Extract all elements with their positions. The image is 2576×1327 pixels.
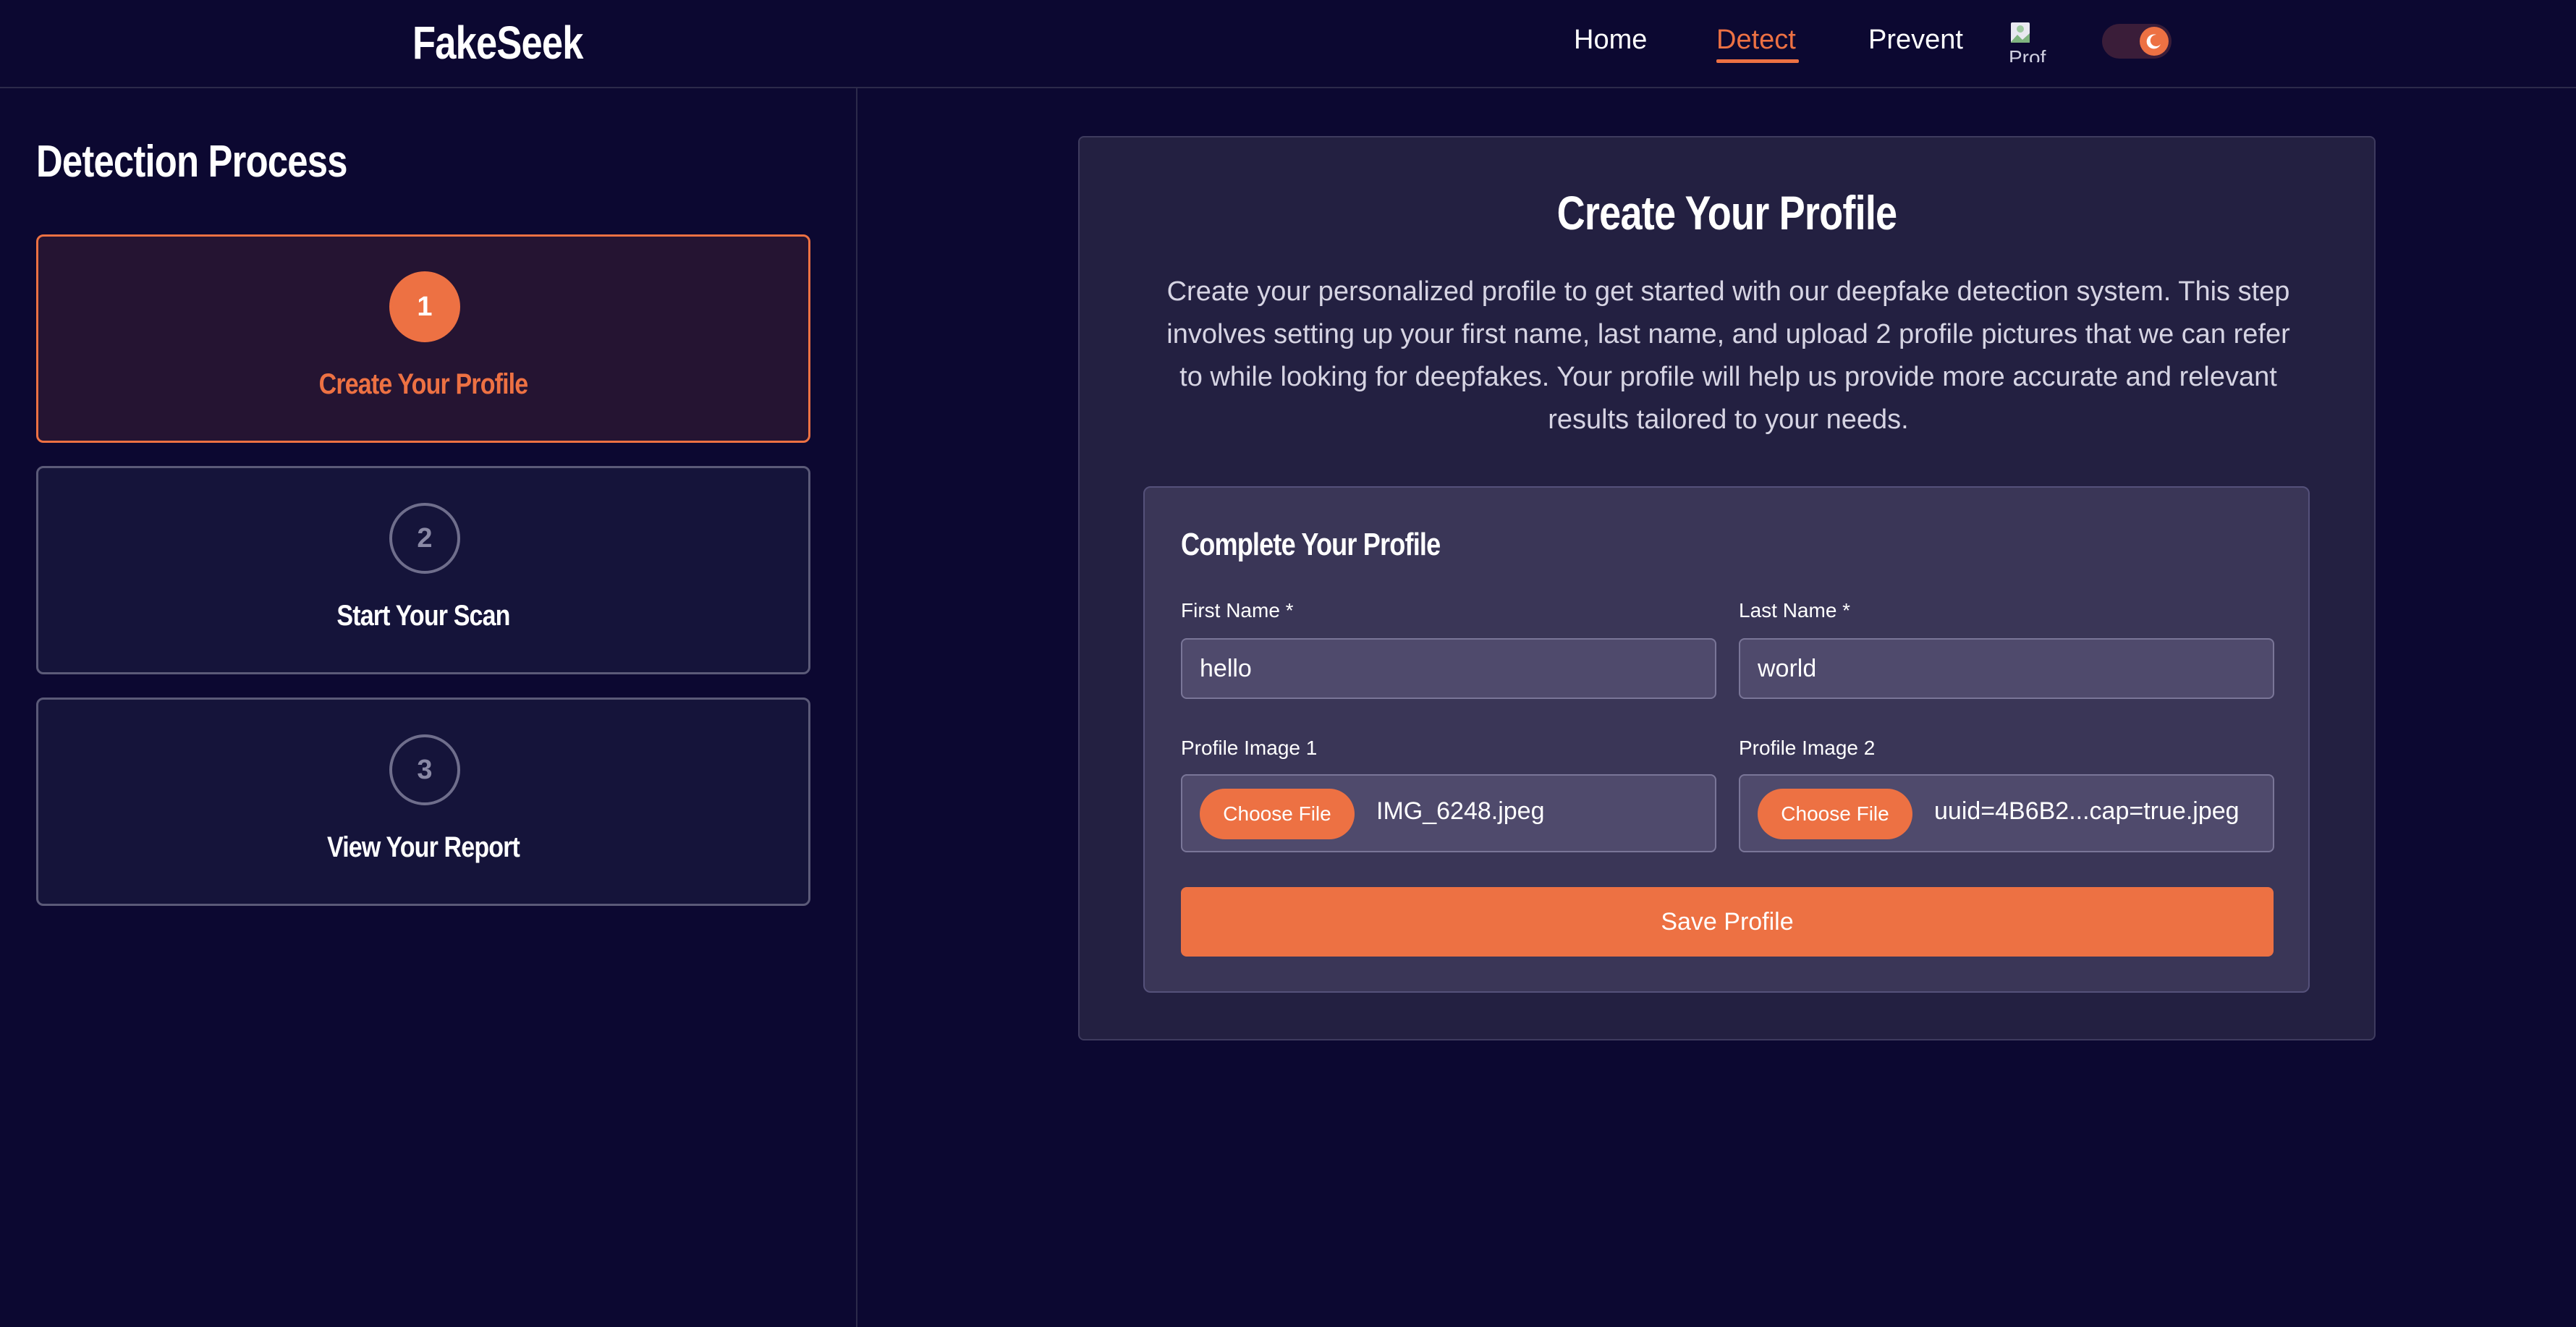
avatar-alt-text: Prof (2009, 46, 2046, 62)
profile-image-1-label: Profile Image 1 (1181, 737, 1318, 759)
profile-image-1-file-input[interactable]: Choose File IMG_6248.jpeg (1181, 774, 1716, 852)
step-number-badge: 3 (389, 734, 460, 805)
nav-prevent-link[interactable]: Prevent (1868, 25, 1963, 56)
step-start-scan[interactable]: 2 Start Your Scan (36, 466, 810, 674)
nav-home-link[interactable]: Home (1574, 25, 1647, 56)
choose-file-button[interactable]: Choose File (1758, 789, 1912, 839)
step-number-badge: 1 (389, 271, 460, 342)
moon-icon (2140, 27, 2169, 56)
step-label: Create Your Profile (318, 368, 529, 400)
step-view-report[interactable]: 3 View Your Report (36, 698, 810, 906)
step-create-profile[interactable]: 1 Create Your Profile (36, 234, 810, 443)
selected-file-name: IMG_6248.jpeg (1376, 797, 1545, 825)
vertical-divider (856, 88, 857, 1327)
brand-logo[interactable]: FakeSeek (412, 16, 583, 69)
profile-form: Complete Your Profile First Name * Last … (1143, 486, 2310, 993)
last-name-label: Last Name * (1739, 599, 1851, 622)
nav-detect-link[interactable]: Detect (1716, 25, 1796, 56)
active-nav-indicator (1716, 59, 1799, 63)
first-name-input[interactable] (1181, 638, 1716, 699)
form-title: Complete Your Profile (1181, 527, 1441, 562)
profile-image-2-file-input[interactable]: Choose File uuid=4B6B2...cap=true.jpeg (1739, 774, 2274, 852)
choose-file-button[interactable]: Choose File (1200, 789, 1355, 839)
profile-image-2-label: Profile Image 2 (1739, 737, 1876, 759)
first-name-label: First Name * (1181, 599, 1294, 622)
profile-avatar[interactable]: Prof (2009, 20, 2055, 62)
step-number-badge: 2 (389, 503, 460, 574)
theme-toggle[interactable] (2102, 24, 2172, 59)
step-label: View Your Report (326, 831, 520, 863)
top-navbar: FakeSeek Home Detect Prevent Prof (0, 0, 2576, 88)
last-name-input[interactable] (1739, 638, 2274, 699)
card-description: Create your personalized profile to get … (1166, 276, 2290, 435)
save-profile-button[interactable]: Save Profile (1181, 887, 2274, 957)
sidebar-title: Detection Process (36, 137, 347, 187)
step-label: Start Your Scan (336, 600, 510, 632)
card-title: Create Your Profile (1556, 186, 1897, 239)
selected-file-name: uuid=4B6B2...cap=true.jpeg (1934, 797, 2240, 825)
